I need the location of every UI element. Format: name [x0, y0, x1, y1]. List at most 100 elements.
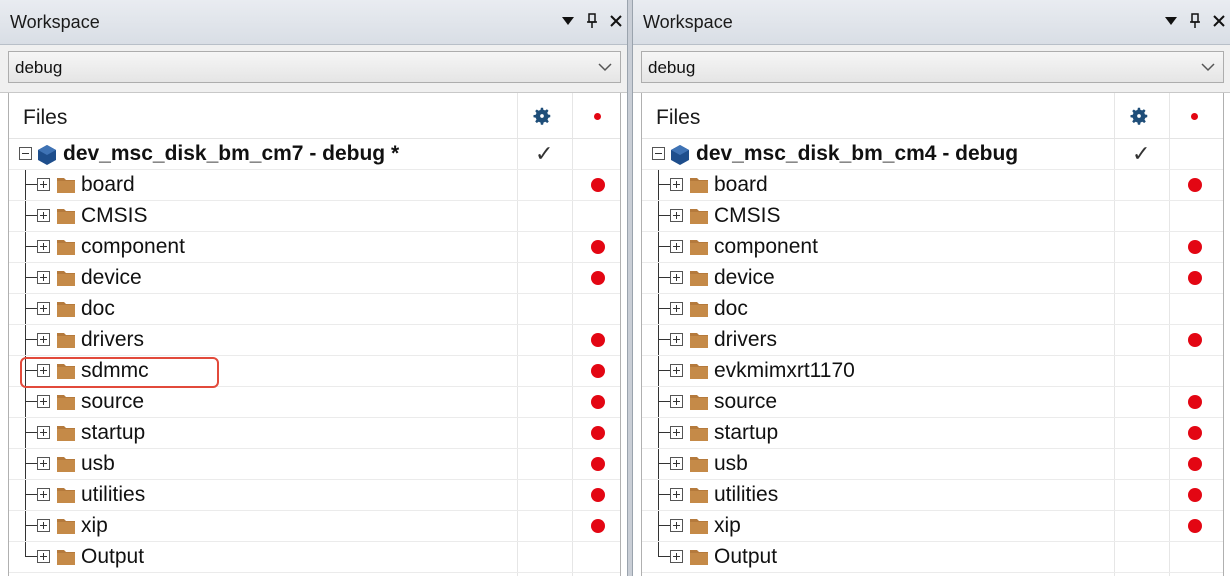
tree-folder-row[interactable]: component	[642, 232, 1223, 263]
tree-branch	[658, 463, 670, 464]
status-column-icon[interactable]	[1191, 113, 1198, 120]
expand-toggle-icon[interactable]	[670, 364, 683, 377]
tree-folder-row[interactable]: evkmimxrt1170	[642, 356, 1223, 387]
folder-icon	[690, 550, 708, 565]
tree-branch	[658, 339, 670, 340]
folder-label: usb	[714, 452, 748, 475]
folder-label: startup	[714, 421, 779, 444]
expand-toggle-icon[interactable]	[670, 302, 683, 315]
tree-folder-row[interactable]: CMSIS	[9, 201, 620, 232]
panel-titlebar[interactable]: Workspace	[0, 0, 627, 45]
expand-toggle-icon[interactable]	[37, 395, 50, 408]
close-icon[interactable]	[1212, 12, 1226, 30]
expand-toggle-icon[interactable]	[670, 550, 683, 563]
expand-toggle-icon[interactable]	[37, 519, 50, 532]
gear-icon[interactable]	[1128, 105, 1150, 127]
configuration-bar: debug	[633, 45, 1230, 93]
pin-icon[interactable]	[585, 12, 599, 30]
tree-branch	[25, 246, 37, 247]
collapse-toggle-icon[interactable]	[652, 147, 665, 160]
folder-label: doc	[81, 297, 115, 320]
expand-toggle-icon[interactable]	[670, 240, 683, 253]
expand-toggle-icon[interactable]	[37, 457, 50, 470]
folder-icon	[57, 333, 75, 348]
folder-icon	[690, 488, 708, 503]
expand-toggle-icon[interactable]	[670, 178, 683, 191]
tree-folder-row[interactable]: startup	[9, 418, 620, 449]
expand-toggle-icon[interactable]	[37, 178, 50, 191]
tree-folder-row[interactable]: Output	[9, 542, 620, 573]
chevron-down-icon	[1201, 63, 1215, 72]
tree-folder-row[interactable]: Output	[642, 542, 1223, 573]
folder-label: device	[714, 266, 775, 289]
tree-folder-row[interactable]: drivers	[9, 325, 620, 356]
tree-branch	[25, 184, 37, 185]
tree-folder-row[interactable]: utilities	[9, 480, 620, 511]
status-dot-icon	[1188, 426, 1202, 440]
file-tree[interactable]: Files dev_msc_disk_bm_cm7 - debug * ✓ board…	[8, 93, 621, 576]
tree-folder-row[interactable]: CMSIS	[642, 201, 1223, 232]
expand-toggle-icon[interactable]	[37, 488, 50, 501]
expand-toggle-icon[interactable]	[37, 271, 50, 284]
tree-folder-row[interactable]: drivers	[642, 325, 1223, 356]
expand-toggle-icon[interactable]	[37, 209, 50, 222]
expand-toggle-icon[interactable]	[670, 488, 683, 501]
tree-branch	[658, 525, 670, 526]
tree-folder-row[interactable]: xip	[9, 511, 620, 542]
expand-toggle-icon[interactable]	[37, 550, 50, 563]
folder-label: xip	[714, 514, 741, 537]
folder-icon	[57, 302, 75, 317]
gear-icon[interactable]	[531, 105, 553, 127]
tree-folder-row[interactable]: device	[642, 263, 1223, 294]
status-column-icon[interactable]	[594, 113, 601, 120]
folder-label: component	[81, 235, 185, 258]
tree-folder-row[interactable]: doc	[642, 294, 1223, 325]
dropdown-arrow-icon[interactable]	[1164, 12, 1178, 30]
dropdown-arrow-icon[interactable]	[561, 12, 575, 30]
status-dot-icon	[591, 426, 605, 440]
folder-label: source	[81, 390, 145, 413]
expand-toggle-icon[interactable]	[37, 240, 50, 253]
tree-folder-row[interactable]: board	[9, 170, 620, 201]
tree-folder-row[interactable]: source	[9, 387, 620, 418]
collapse-toggle-icon[interactable]	[19, 147, 32, 160]
project-row[interactable]: dev_msc_disk_bm_cm4 - debug ✓	[642, 139, 1223, 170]
expand-toggle-icon[interactable]	[37, 426, 50, 439]
tree-folder-row[interactable]: usb	[642, 449, 1223, 480]
tree-folder-row[interactable]: xip	[642, 511, 1223, 542]
tree-folder-row[interactable]: board	[642, 170, 1223, 201]
folder-icon	[57, 209, 75, 224]
expand-toggle-icon[interactable]	[670, 395, 683, 408]
expand-toggle-icon[interactable]	[670, 271, 683, 284]
file-tree[interactable]: Files dev_msc_disk_bm_cm4 - debug ✓ board CM…	[641, 93, 1224, 576]
panel-title: Workspace	[10, 12, 100, 32]
expand-toggle-icon[interactable]	[670, 426, 683, 439]
workspace-panel-left: Workspace debug Files dev_msc_disk_bm_cm7…	[0, 0, 627, 576]
close-icon[interactable]	[609, 12, 623, 30]
folder-label: Output	[714, 545, 778, 568]
tree-folder-row[interactable]: startup	[642, 418, 1223, 449]
expand-toggle-icon[interactable]	[670, 457, 683, 470]
tree-branch	[25, 215, 37, 216]
expand-toggle-icon[interactable]	[670, 333, 683, 346]
files-column-header[interactable]: Files	[23, 106, 67, 130]
expand-toggle-icon[interactable]	[37, 333, 50, 346]
tree-folder-row[interactable]: device	[9, 263, 620, 294]
tree-folder-row[interactable]: component	[9, 232, 620, 263]
expand-toggle-icon[interactable]	[670, 209, 683, 222]
configuration-select[interactable]: debug	[8, 51, 621, 83]
folder-label: utilities	[81, 483, 146, 506]
tree-folder-row[interactable]: utilities	[642, 480, 1223, 511]
project-row[interactable]: dev_msc_disk_bm_cm7 - debug * ✓	[9, 139, 620, 170]
panel-titlebar[interactable]: Workspace	[633, 0, 1230, 45]
tree-folder-row[interactable]: usb	[9, 449, 620, 480]
status-dot-icon	[591, 240, 605, 254]
expand-toggle-icon[interactable]	[37, 302, 50, 315]
tree-folder-row[interactable]: doc	[9, 294, 620, 325]
tree-folder-row[interactable]: source	[642, 387, 1223, 418]
expand-toggle-icon[interactable]	[670, 519, 683, 532]
files-column-header[interactable]: Files	[656, 106, 700, 130]
pin-icon[interactable]	[1188, 12, 1202, 30]
folder-icon	[57, 240, 75, 255]
configuration-select[interactable]: debug	[641, 51, 1224, 83]
